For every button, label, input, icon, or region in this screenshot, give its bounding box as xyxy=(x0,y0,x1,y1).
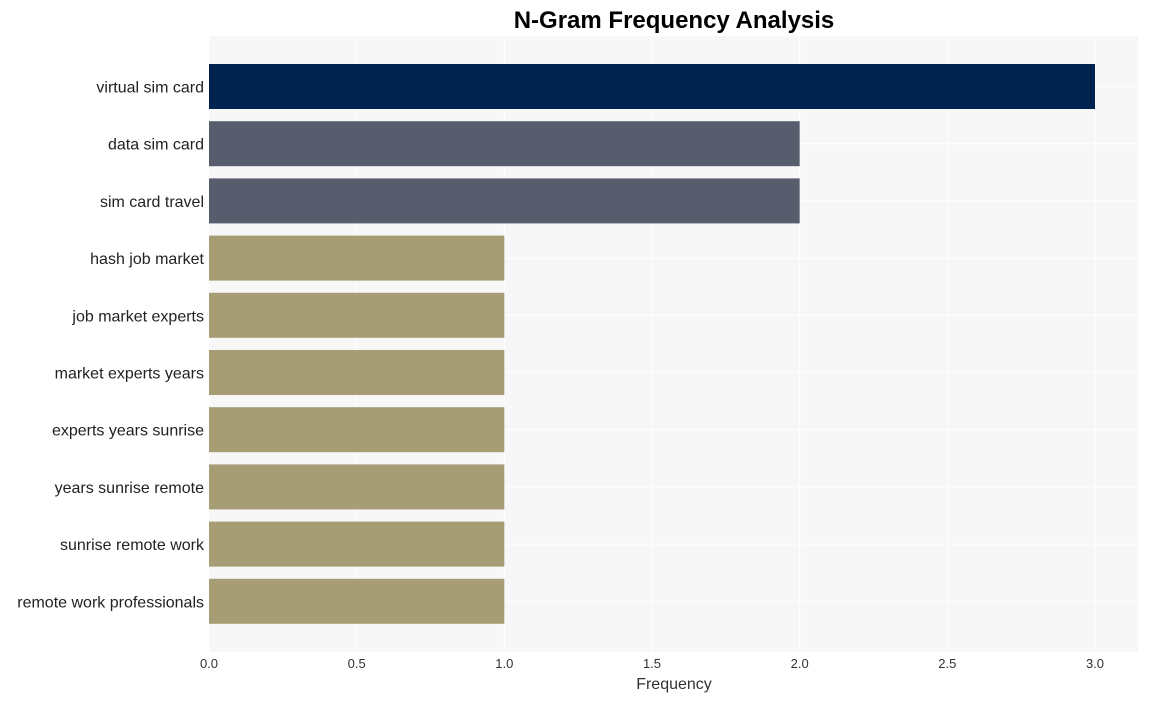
bar-years-sunrise-remote xyxy=(209,464,505,510)
bar-sunrise-remote-work xyxy=(209,521,505,567)
x-tick-label: 1.0 xyxy=(495,656,513,671)
bar-hash-job-market xyxy=(209,235,505,281)
y-tick-label: years sunrise remote xyxy=(55,480,204,497)
y-tick-label: sim card travel xyxy=(100,194,204,211)
x-tick-label: 3.0 xyxy=(1086,656,1104,671)
y-tick-label: market experts years xyxy=(55,366,204,383)
bar-data-sim-card xyxy=(209,121,800,167)
y-axis-labels: virtual sim card data sim card sim card tr… xyxy=(17,80,205,612)
x-axis-ticks: 0.0 0.5 1.0 1.5 2.0 2.5 3.0 xyxy=(200,656,1104,671)
bar-experts-years-sunrise xyxy=(209,407,505,453)
chart-title: N-Gram Frequency Analysis xyxy=(514,7,835,34)
y-tick-label: data sim card xyxy=(108,137,204,154)
x-tick-label: 0.0 xyxy=(200,656,218,671)
x-tick-label: 0.5 xyxy=(348,656,366,671)
bar-sim-card-travel xyxy=(209,178,800,224)
bar-job-market-experts xyxy=(209,292,505,338)
y-tick-label: hash job market xyxy=(90,251,204,268)
x-tick-label: 2.0 xyxy=(791,656,809,671)
y-tick-label: experts years sunrise xyxy=(52,423,204,440)
ngram-bar-chart: virtual sim card data sim card sim card tr… xyxy=(17,7,1138,693)
bar-market-experts-years xyxy=(209,350,505,395)
y-tick-label: remote work professionals xyxy=(17,594,204,611)
bar-virtual-sim-card xyxy=(209,64,1095,109)
y-tick-label: sunrise remote work xyxy=(60,537,205,554)
x-axis-label: Frequency xyxy=(636,676,712,693)
y-tick-label: virtual sim card xyxy=(96,80,204,97)
bar-remote-work-professionals xyxy=(209,578,505,624)
x-tick-label: 2.5 xyxy=(938,656,956,671)
x-tick-label: 1.5 xyxy=(643,656,661,671)
y-tick-label: job market experts xyxy=(71,308,204,325)
